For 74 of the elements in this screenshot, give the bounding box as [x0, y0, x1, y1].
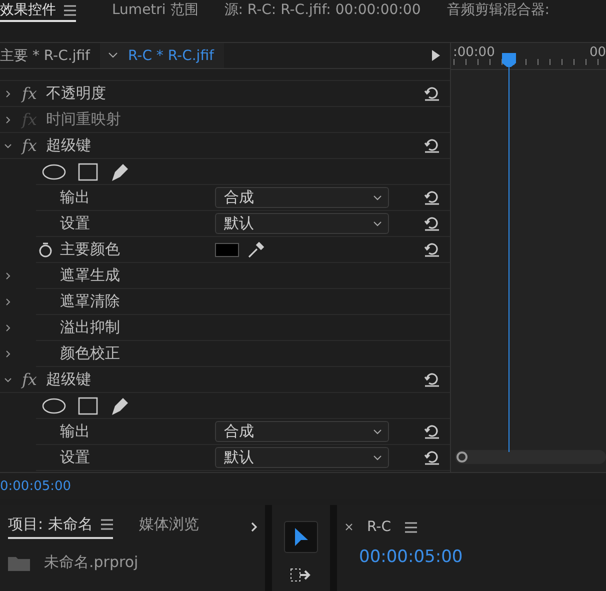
- menu-icon[interactable]: [100, 519, 113, 530]
- fx-toggle[interactable]: fx: [22, 370, 46, 390]
- property-group-label[interactable]: 遮罩清除: [60, 292, 120, 312]
- playhead[interactable]: [502, 53, 516, 454]
- reset-icon[interactable]: [424, 424, 440, 440]
- stopwatch-icon[interactable]: [38, 242, 53, 258]
- menu-icon[interactable]: [405, 522, 417, 532]
- rectangle-mask-icon[interactable]: [78, 162, 98, 181]
- property-dropdown[interactable]: 合成: [215, 187, 389, 208]
- reset-icon[interactable]: [424, 372, 440, 388]
- chevron-down-icon: [373, 454, 382, 461]
- selection-tool[interactable]: [284, 521, 318, 553]
- chevron-down-icon: [373, 194, 382, 201]
- fx-toggle[interactable]: fx: [22, 84, 46, 104]
- property-label: 主要颜色: [60, 240, 121, 260]
- chevron-down-icon[interactable]: [4, 376, 12, 384]
- panel-tab[interactable]: 音频剪辑混合器:: [446, 0, 550, 22]
- reset-icon[interactable]: [424, 86, 440, 102]
- program-timecode[interactable]: 00:00:05:00: [359, 547, 598, 567]
- current-timecode[interactable]: 0:00:05:00: [0, 478, 72, 494]
- panel-tab[interactable]: Lumetri 范围: [112, 0, 198, 22]
- reset-icon[interactable]: [424, 190, 440, 206]
- panel-tab[interactable]: 效果控件: [0, 0, 76, 22]
- reset-icon[interactable]: [424, 216, 440, 232]
- effect-label: 超级键: [46, 136, 91, 156]
- pen-icon[interactable]: [110, 396, 130, 416]
- chevron-right-icon[interactable]: [4, 350, 12, 358]
- property-dropdown[interactable]: 合成: [215, 421, 389, 442]
- property-dropdown[interactable]: 默认: [215, 447, 389, 468]
- property-label: 设置: [60, 448, 91, 468]
- panel-tab[interactable]: 媒体浏览: [138, 515, 199, 539]
- ellipse-mask-icon[interactable]: [42, 398, 66, 414]
- play-icon[interactable]: [432, 50, 440, 62]
- reset-icon[interactable]: [424, 138, 440, 154]
- property-dropdown[interactable]: 默认: [215, 213, 389, 234]
- menu-icon[interactable]: [64, 4, 76, 16]
- property-label: 设置: [60, 214, 91, 234]
- clip-tab[interactable]: R-C * R-C.jfif: [100, 43, 224, 68]
- color-swatch[interactable]: [215, 242, 239, 257]
- chevron-right-icon[interactable]: [4, 272, 12, 280]
- panel-tab[interactable]: 源: R-C: R-C.jfif: 00:00:00:00: [224, 0, 421, 22]
- property-group-label[interactable]: 溢出抑制: [60, 318, 120, 338]
- property-group-label[interactable]: 遮罩生成: [60, 266, 120, 286]
- chevron-right-icon[interactable]: [4, 324, 12, 332]
- close-icon[interactable]: [345, 523, 353, 531]
- ellipse-mask-icon[interactable]: [42, 164, 66, 180]
- reset-icon[interactable]: [424, 450, 440, 466]
- panel-tab[interactable]: 项目: 未命名: [8, 515, 113, 539]
- reset-icon[interactable]: [424, 242, 440, 258]
- pen-icon[interactable]: [110, 162, 130, 182]
- chevron-right-icon[interactable]: [4, 90, 12, 98]
- scroll-handle[interactable]: [456, 451, 468, 464]
- effect-label: 时间重映射: [46, 110, 121, 130]
- effect-label: 超级键: [46, 370, 91, 390]
- horizontal-scrollbar[interactable]: [455, 450, 606, 464]
- eyedropper-icon[interactable]: [247, 240, 265, 259]
- dashed-box-arrow-icon: [290, 568, 312, 582]
- clip-tab[interactable]: 主要 * R-C.jfif: [0, 43, 100, 68]
- rectangle-mask-icon[interactable]: [78, 396, 98, 415]
- arrow-pointer-icon: [293, 527, 309, 547]
- chevron-down-icon: [373, 220, 382, 227]
- panel-title[interactable]: R-C: [367, 519, 391, 535]
- chevron-down-icon: [373, 428, 382, 435]
- chevron-down-icon: [108, 52, 118, 60]
- chevron-down-icon[interactable]: [4, 142, 12, 150]
- chevron-right-icon[interactable]: [4, 298, 12, 306]
- fx-toggle[interactable]: fx: [22, 136, 46, 156]
- property-label: 输出: [60, 422, 91, 442]
- overflow-chevrons-icon[interactable]: [250, 522, 257, 532]
- property-group-label[interactable]: 颜色校正: [60, 344, 120, 364]
- project-file-name[interactable]: 未命名.prproj: [44, 553, 138, 572]
- property-label: 输出: [60, 188, 91, 208]
- effect-label: 不透明度: [46, 84, 106, 104]
- folder-icon: [8, 554, 30, 570]
